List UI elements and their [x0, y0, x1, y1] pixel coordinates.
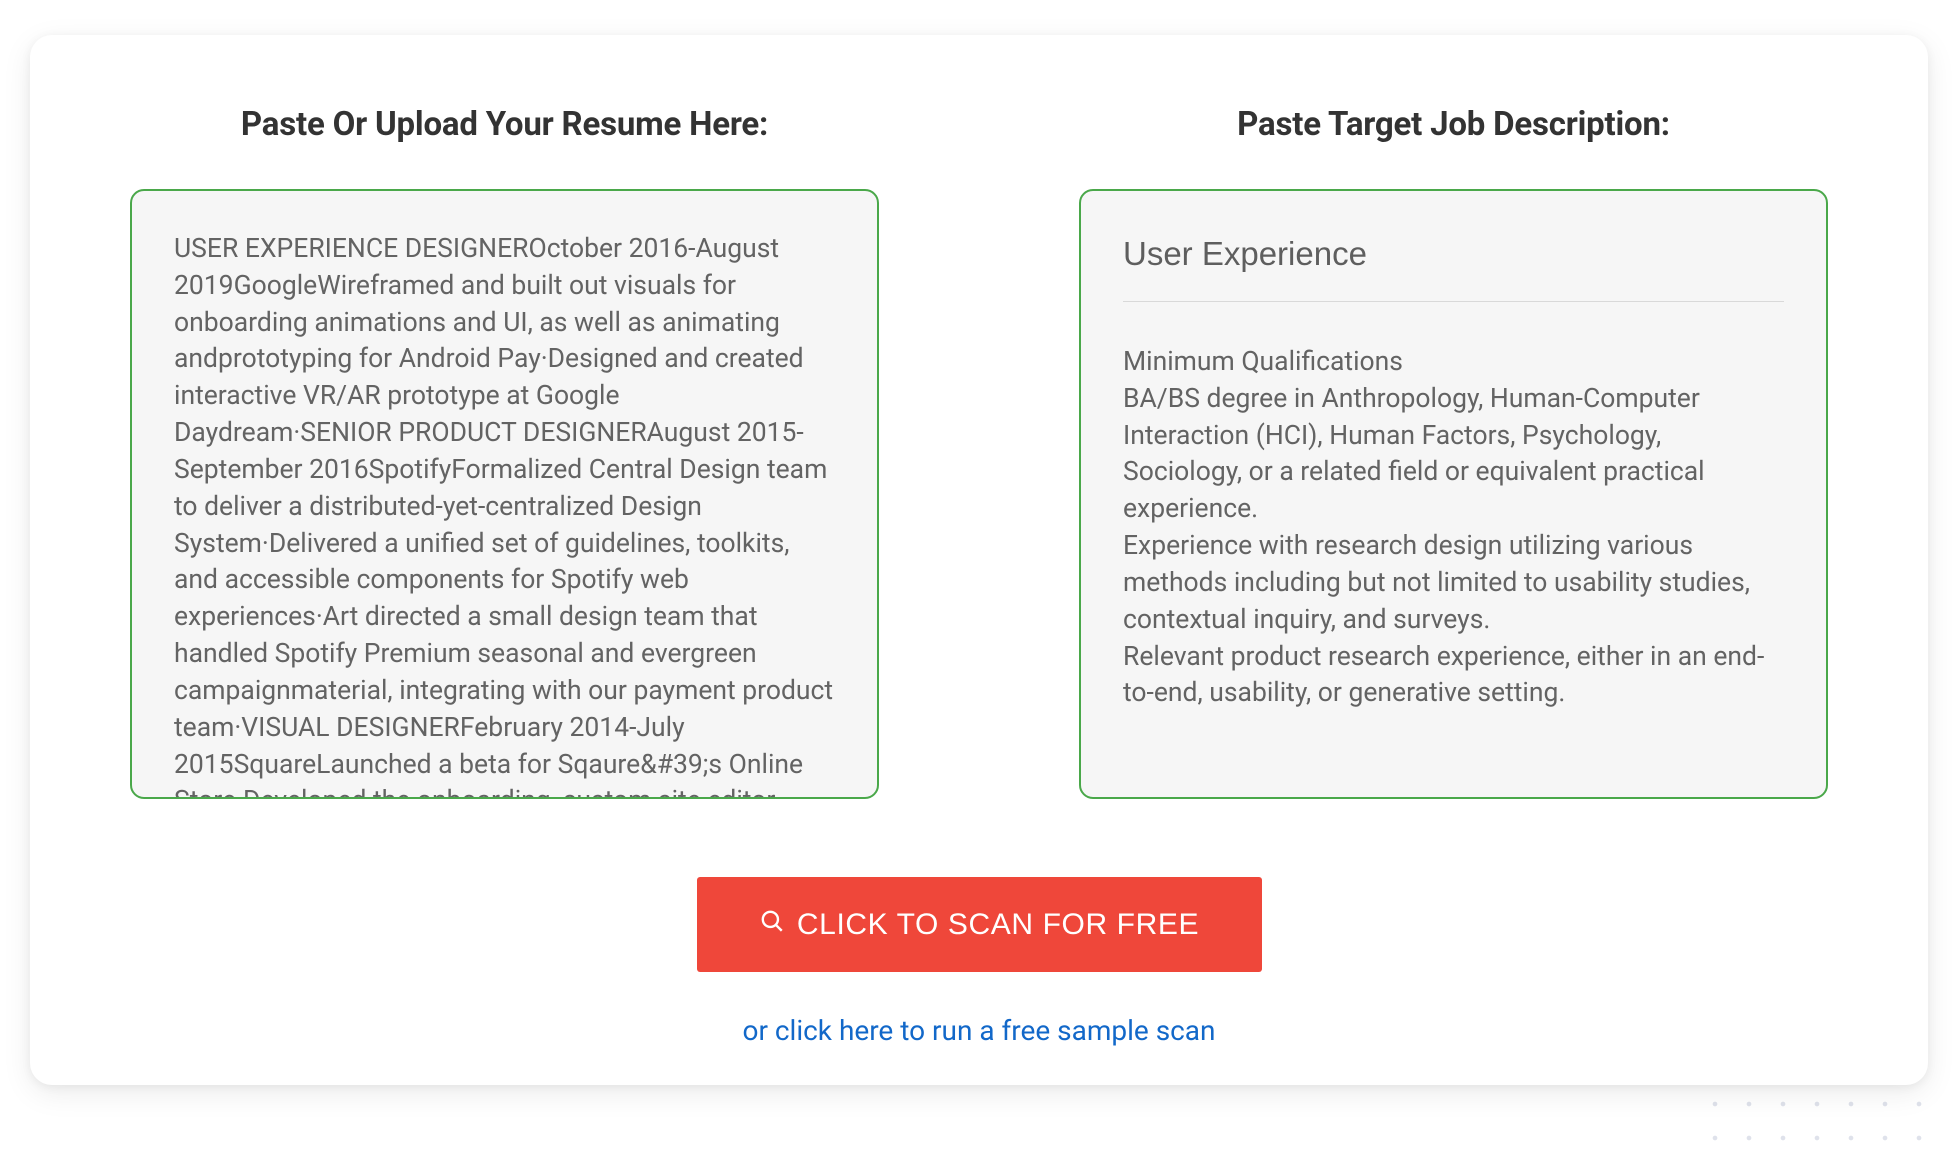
- job-description-content[interactable]: Minimum Qualifications BA/BS degree in A…: [1123, 344, 1784, 712]
- job-column: Paste Target Job Description: Minimum Qu…: [1079, 105, 1828, 799]
- scan-button-label: CLICK TO SCAN FOR FREE: [797, 908, 1199, 942]
- resume-text-content[interactable]: USER EXPERIENCE DESIGNEROctober 2016-Aug…: [174, 231, 835, 799]
- job-heading: Paste Target Job Description:: [1079, 105, 1828, 144]
- input-columns: Paste Or Upload Your Resume Here: USER E…: [130, 105, 1828, 799]
- sample-scan-link[interactable]: or click here to run a free sample scan: [742, 1014, 1215, 1047]
- resume-column: Paste Or Upload Your Resume Here: USER E…: [130, 105, 879, 799]
- job-title-input[interactable]: [1123, 231, 1784, 301]
- actions-area: CLICK TO SCAN FOR FREE or click here to …: [130, 877, 1828, 1047]
- scan-card: Paste Or Upload Your Resume Here: USER E…: [30, 35, 1928, 1085]
- job-input-panel[interactable]: Minimum Qualifications BA/BS degree in A…: [1079, 189, 1828, 799]
- job-panel-divider: [1123, 301, 1784, 302]
- scan-button[interactable]: CLICK TO SCAN FOR FREE: [697, 877, 1262, 972]
- resume-heading: Paste Or Upload Your Resume Here:: [130, 105, 879, 144]
- resume-input-panel[interactable]: USER EXPERIENCE DESIGNEROctober 2016-Aug…: [130, 189, 879, 799]
- search-icon: [759, 908, 785, 942]
